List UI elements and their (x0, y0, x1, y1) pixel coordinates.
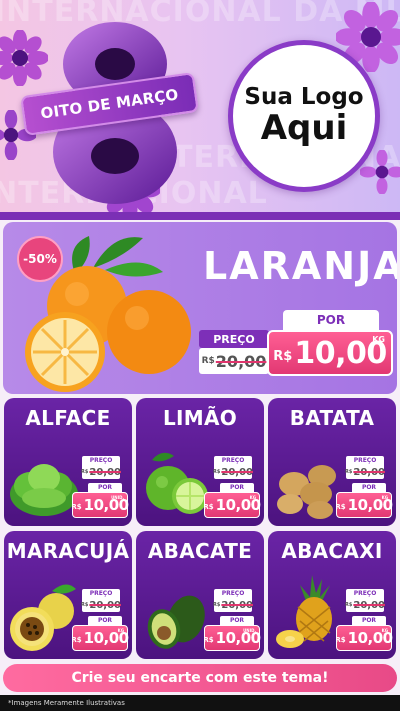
product-name: LIMÃO (162, 406, 238, 430)
old-price-value: 20,00 (89, 599, 121, 611)
header-banner: INTERNACIONAL DA MU DIA INTERNACIONAL IN… (0, 0, 400, 212)
old-price-label: PREÇO (214, 456, 252, 465)
old-price-currency: R$ (201, 356, 215, 366)
new-price: R$ 10,00 KG (335, 625, 393, 651)
featured-title: LARANJA (203, 244, 397, 288)
unit-label: KG (117, 628, 124, 633)
old-price: R$ 20,00 (213, 465, 253, 479)
old-price: R$ 20,00 (81, 598, 121, 612)
new-price-label: POR (88, 483, 122, 492)
logo-text: Sua Logo (244, 83, 364, 110)
avocado-image (147, 595, 205, 649)
old-price-label: PREÇO (214, 589, 252, 598)
old-price: R$ 20,00 (345, 465, 385, 479)
old-price-currency: R$ (213, 602, 221, 608)
new-price-label: POR (220, 616, 254, 625)
new-price-currency: R$ (335, 503, 346, 511)
old-price-value: 20,00 (89, 466, 121, 478)
new-price: R$ 10,00 UNID. (203, 625, 261, 651)
old-price-currency: R$ (81, 469, 89, 475)
new-price-currency: R$ (273, 348, 293, 364)
new-price-currency: R$ (71, 503, 82, 511)
lime-image (146, 452, 208, 514)
new-price: R$ 10,00 KG (203, 492, 261, 518)
old-price-currency: R$ (345, 469, 353, 475)
new-price-currency: R$ (71, 636, 82, 644)
new-price-currency: R$ (203, 636, 214, 644)
passion-fruit-image (10, 584, 76, 651)
disclaimer-text: *Imagens Meramente Ilustrativas (0, 695, 400, 711)
old-price: R$ 20,00 (345, 598, 385, 612)
old-price-value: 20,00 (353, 599, 385, 611)
product-name: BATATA (289, 406, 375, 430)
old-price: R$ 20,00 (199, 348, 269, 374)
potato-image (277, 465, 336, 519)
product-card-alface[interactable]: ALFACE PREÇO R$ 20,00 POR R$ 10,00 UNID. (4, 398, 132, 526)
logo-text: Aqui (260, 107, 348, 148)
new-price-currency: R$ (335, 636, 346, 644)
logo-placeholder[interactable]: Sua Logo Aqui (228, 40, 380, 192)
old-price: R$ 20,00 (213, 598, 253, 612)
divider (0, 212, 400, 220)
unit-label: KG (249, 495, 256, 500)
old-price-value: 20,00 (215, 351, 267, 371)
new-price: R$ 10,00 KG (267, 330, 393, 376)
old-price-value: 20,00 (221, 599, 253, 611)
product-card-maracuja[interactable]: MARACUJÁ PREÇO R$ 20,00 POR R$ 10,00 KG (4, 531, 132, 659)
old-price-currency: R$ (213, 469, 221, 475)
product-card-abacate[interactable]: ABACATE PREÇO R$ 20,00 POR R$ 10,00 UNID… (136, 531, 264, 659)
new-price-label: POR (283, 310, 379, 330)
new-price-label: POR (88, 616, 122, 625)
product-name: ABACAXI (281, 539, 383, 563)
old-price-currency: R$ (345, 602, 353, 608)
new-price-label: POR (352, 616, 386, 625)
new-price-currency: R$ (203, 503, 214, 511)
old-price: R$ 20,00 (81, 465, 121, 479)
create-flyer-button[interactable]: Crie seu encarte com este tema! (3, 664, 397, 692)
product-card-limao[interactable]: LIMÃO PREÇO R$ 20,00 POR R$ 10,00 KG (136, 398, 264, 526)
new-price: R$ 10,00 KG (335, 492, 393, 518)
product-card-abacaxi[interactable]: ABACAXI PREÇO R$ 20,00 POR R$ 10,00 KG (268, 531, 396, 659)
product-name: ABACATE (147, 539, 253, 563)
old-price-label: PREÇO (199, 330, 269, 348)
unit-label: UNID. (243, 628, 256, 633)
old-price-label: PREÇO (346, 456, 384, 465)
new-price-label: POR (220, 483, 254, 492)
featured-product-card[interactable]: -50% LARANJA PREÇO R$ 20,00 POR R$ 10,00… (3, 222, 397, 394)
new-price-label: POR (352, 483, 386, 492)
old-price-currency: R$ (81, 602, 89, 608)
pineapple-image (276, 575, 332, 648)
old-price-label: PREÇO (82, 456, 120, 465)
discount-badge: -50% (17, 236, 63, 282)
unit-label: KG (381, 628, 388, 633)
lettuce-image (10, 464, 78, 516)
old-price-value: 20,00 (221, 466, 253, 478)
new-price: R$ 10,00 UNID. (71, 492, 129, 518)
unit-label: UNID. (111, 495, 124, 500)
unit-label: KG (372, 335, 385, 344)
product-card-batata[interactable]: BATATA PREÇO R$ 20,00 POR R$ 10,00 KG (268, 398, 396, 526)
unit-label: KG (381, 495, 388, 500)
product-name: ALFACE (25, 406, 111, 430)
old-price-value: 20,00 (353, 466, 385, 478)
old-price-label: PREÇO (82, 589, 120, 598)
product-name: MARACUJÁ (6, 539, 130, 563)
old-price-label: PREÇO (346, 589, 384, 598)
new-price: R$ 10,00 KG (71, 625, 129, 651)
